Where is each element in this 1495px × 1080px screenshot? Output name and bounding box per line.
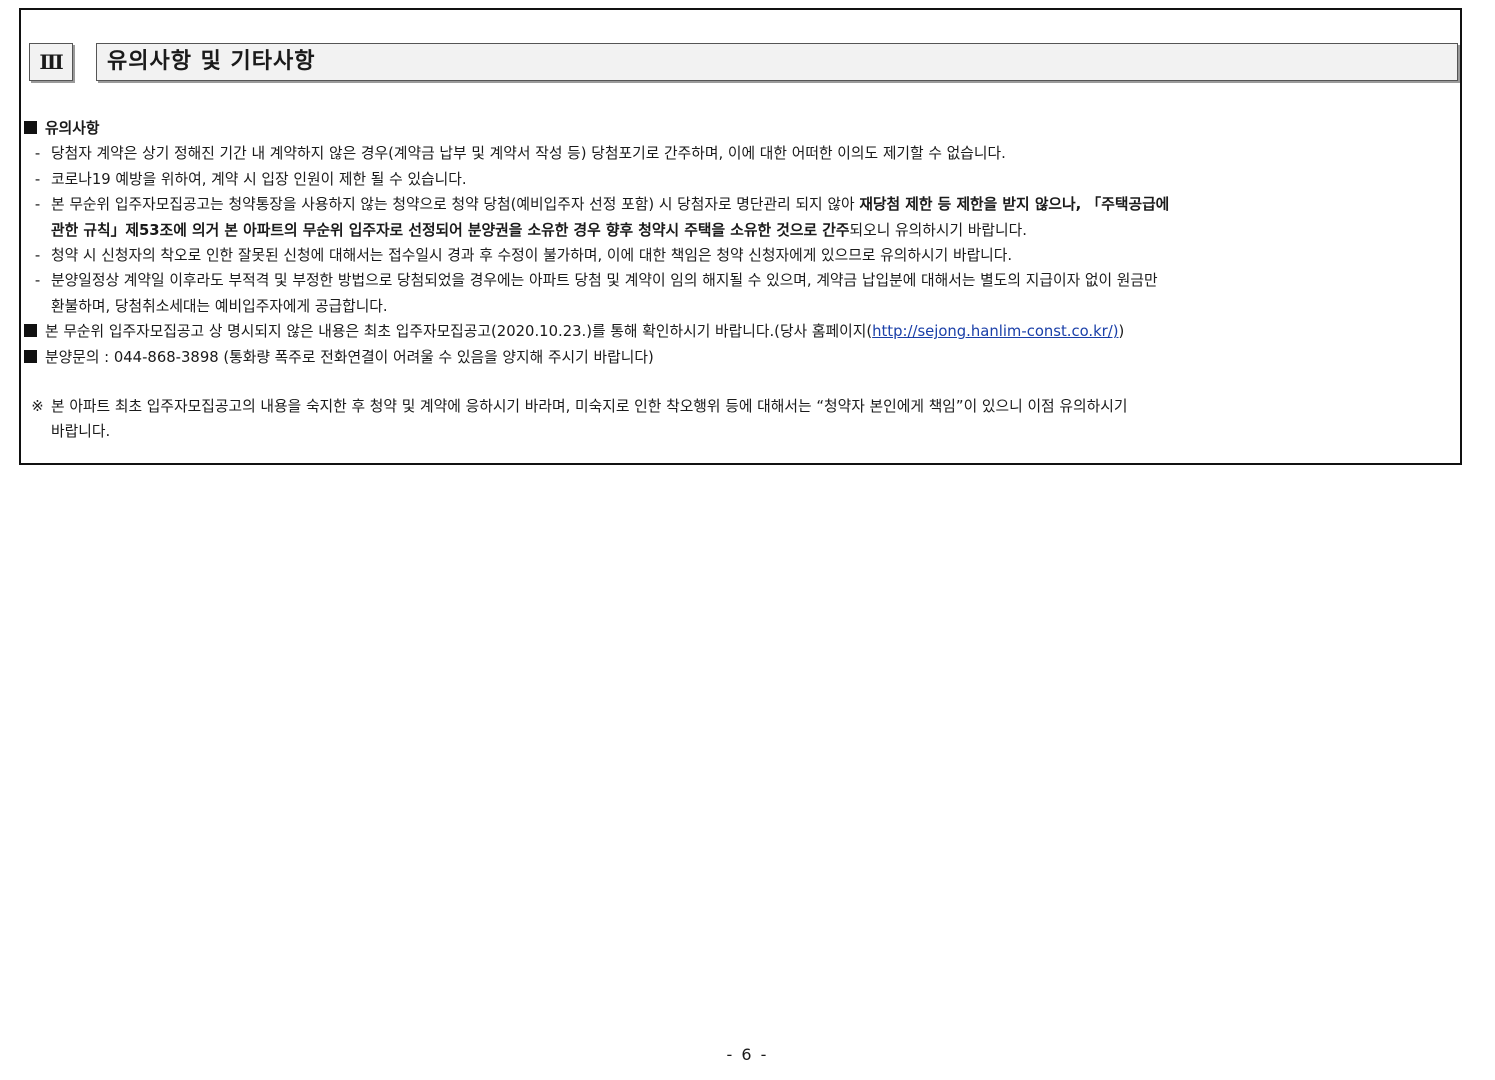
notice-heading: 유의사항 <box>45 120 100 137</box>
note-text: 본 아파트 최초 입주자모집공고의 내용을 숙지한 후 청약 및 계약에 응하시… <box>51 398 1128 416</box>
note-line-1: ※ 본 아파트 최초 입주자모집공고의 내용을 숙지한 후 청약 및 계약에 응하… <box>24 394 1460 419</box>
notice-item-text: 분양일정상 계약일 이후라도 부적격 및 부정한 방법으로 당첨되었을 경우에는… <box>51 272 1158 290</box>
notice-item-1: - 당첨자 계약은 상기 정해진 기간 내 계약하지 않은 경우(계약금 납부 및… <box>24 141 1460 166</box>
notice-heading-row: 유의사항 <box>24 116 1460 141</box>
dash-marker: - <box>34 170 41 188</box>
notice-item-text: 청약 시 신청자의 착오로 인한 잘못된 신청에 대해서는 접수일시 경과 후 … <box>51 247 1013 265</box>
notice-item-bold-text: 관한 규칙」제53조에 의거 본 아파트의 무순위 입주자로 선정되어 분양권을… <box>51 221 850 239</box>
info-announcement-row: 본 무순위 입주자모집공고 상 명시되지 않은 내용은 최초 입주자모집공고(2… <box>24 319 1460 344</box>
info-close-paren: ) <box>1118 323 1125 341</box>
section-number: Ⅲ <box>29 43 73 81</box>
square-bullet-icon <box>24 121 37 134</box>
notice-item-2: - 코로나19 예방을 위하여, 계약 시 입장 인원이 제한 될 수 있습니다. <box>24 167 1460 192</box>
notice-item-text: 코로나19 예방을 위하여, 계약 시 입장 인원이 제한 될 수 있습니다. <box>51 170 467 188</box>
contact-text: 분양문의 : 044-868-3898 (통화량 폭주로 전화연결이 어려울 수… <box>45 348 654 366</box>
page-number: - 6 - <box>726 1045 769 1064</box>
info-contact-row: 분양문의 : 044-868-3898 (통화량 폭주로 전화연결이 어려울 수… <box>24 345 1460 370</box>
dash-marker: - <box>34 272 41 290</box>
notice-item-5-line-2: 환불하며, 당첨취소세대는 예비입주자에게 공급합니다. <box>24 294 1460 319</box>
note-line-2: 바랍니다. <box>24 419 1460 444</box>
notice-item-bold-text: 재당첨 제한 등 제한을 받지 않으나, 「주택공급에 <box>859 196 1170 214</box>
notice-item-4: - 청약 시 신청자의 착오로 인한 잘못된 신청에 대해서는 접수일시 경과 후… <box>24 243 1460 268</box>
notice-item-3-line-2: 관한 규칙」제53조에 의거 본 아파트의 무순위 입주자로 선정되어 분양권을… <box>24 218 1460 243</box>
notice-item-text: 되오니 유의하시기 바랍니다. <box>849 221 1027 239</box>
dash-marker: - <box>34 145 41 163</box>
square-bullet-icon <box>24 349 37 363</box>
reference-mark-icon: ※ <box>31 398 44 416</box>
dash-marker: - <box>34 247 41 265</box>
notice-item-3-line-1: -본 무순위 입주자모집공고는 청약통장을 사용하지 않는 청약으로 청약 당첨… <box>24 192 1460 217</box>
notice-item-5-line-1: - 분양일정상 계약일 이후라도 부적격 및 부정한 방법으로 당첨되었을 경우에… <box>24 268 1460 293</box>
section-title: 유의사항 및 기타사항 <box>96 43 1458 81</box>
notice-item-text: 본 무순위 입주자모집공고는 청약통장을 사용하지 않는 청약으로 청약 당첨(… <box>51 196 860 214</box>
info-announcement-text: 본 무순위 입주자모집공고 상 명시되지 않은 내용은 최초 입주자모집공고(2… <box>45 323 873 341</box>
note-text: 바랍니다. <box>51 423 111 441</box>
notice-item-text: 당첨자 계약은 상기 정해진 기간 내 계약하지 않은 경우(계약금 납부 및 … <box>51 145 1006 163</box>
notice-item-text: 환불하며, 당첨취소세대는 예비입주자에게 공급합니다. <box>51 297 388 315</box>
homepage-link[interactable]: http://sejong.hanlim-const.co.kr/) <box>872 323 1118 340</box>
dash-marker: - <box>34 196 41 214</box>
notice-section-frame: Ⅲ 유의사항 및 기타사항 유의사항 - 당첨자 계약은 상기 정해진 기간 내 … <box>19 8 1462 465</box>
square-bullet-icon <box>24 324 37 338</box>
notice-content: 유의사항 - 당첨자 계약은 상기 정해진 기간 내 계약하지 않은 경우(계약금… <box>24 116 1460 445</box>
